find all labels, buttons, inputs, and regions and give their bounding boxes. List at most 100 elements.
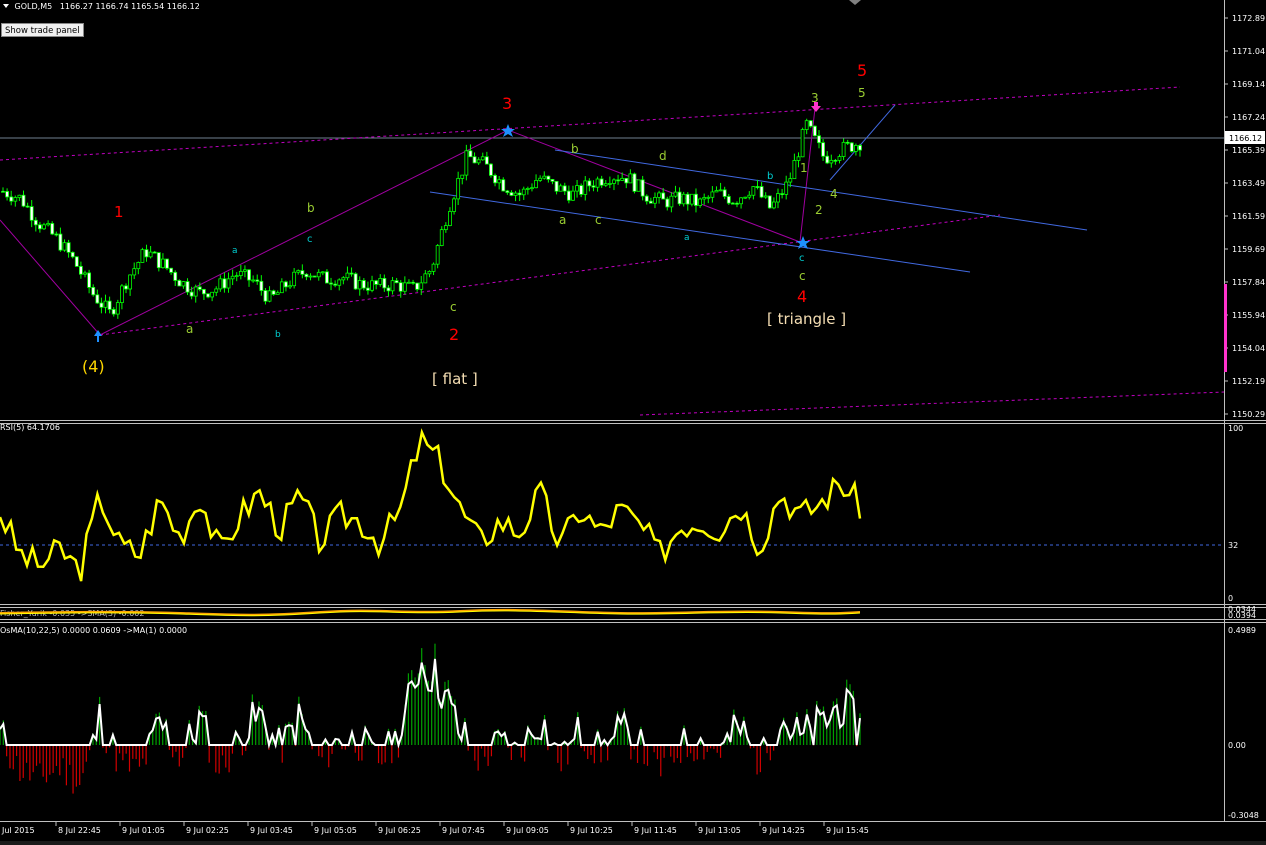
candle-body [107, 300, 112, 310]
candle-body [247, 269, 251, 281]
candle-body [169, 267, 174, 273]
time-tick-label: 9 Jul 07:45 [442, 826, 485, 835]
candle-body [858, 145, 862, 151]
osma-histogram [0, 643, 861, 794]
wave-label-minor: b [571, 142, 579, 156]
price-tick-label: 1169.14 [1232, 80, 1265, 89]
candle-body [821, 142, 825, 157]
candle-body [87, 272, 92, 288]
candle-body [402, 282, 407, 292]
time-tick-label: 9 Jul 02:25 [186, 826, 229, 835]
candle-body [735, 202, 739, 205]
wave-label-minor: c [595, 213, 602, 227]
candle-body [411, 281, 415, 284]
candle-body [456, 178, 461, 200]
candle-body [812, 125, 817, 137]
candle-body [394, 280, 399, 284]
candle-body [103, 300, 108, 308]
wave-label-minor: a [684, 233, 690, 243]
chart-shift-icon[interactable] [849, 0, 861, 5]
wave-label-minor: b [767, 171, 773, 182]
candle-body [460, 174, 465, 179]
candle-body [120, 285, 124, 303]
candle-body [54, 233, 59, 236]
candle-body [849, 142, 854, 152]
candle-body [603, 183, 608, 186]
candle-body [780, 193, 784, 195]
candle-body [612, 179, 616, 184]
price-tick-label: 1155.94 [1232, 311, 1265, 320]
candle-body [501, 179, 506, 192]
osma-axis-tick: -0.3048 [1228, 811, 1259, 820]
candle-body [308, 275, 313, 278]
candle-body [468, 150, 473, 158]
time-tick-label: 9 Jul 14:25 [762, 826, 805, 835]
candle-body [66, 242, 71, 253]
candle-body [38, 224, 42, 230]
candle-body [304, 273, 309, 278]
fisher-axis-tick: 0.0394 [1228, 611, 1256, 620]
candle-body [144, 249, 149, 258]
price-axis: 1172.89 1171.04 1169.14 1167.24 1165.39 1163.… [1224, 14, 1265, 419]
time-axis: Jul 2015 8 Jul 22:45 9 Jul 01:05 9 Jul 02:2… [1, 822, 869, 835]
candle-body [255, 279, 260, 282]
candle-body [792, 160, 797, 180]
chart-canvas[interactable]: (4) 1 2 3 4 5 a b c a b c a b c d a b c … [0, 0, 1266, 845]
time-tick-label: 9 Jul 06:25 [378, 826, 421, 835]
candle-body [837, 156, 842, 161]
candle-body [472, 156, 477, 164]
wave-label-major: 2 [449, 325, 459, 344]
bottom-scrollbar[interactable] [0, 841, 1266, 845]
candlestick-series [1, 118, 862, 319]
candle-body [583, 180, 588, 195]
candle-body [669, 195, 674, 208]
wave-label-group: (4) 1 2 3 4 5 a b c a b c a b c d a b c … [82, 61, 867, 388]
candle-body [599, 178, 604, 186]
candle-body [50, 223, 55, 235]
candle-body [534, 180, 538, 189]
candle-body [542, 175, 547, 179]
magenta-channel[interactable] [0, 86, 1225, 416]
candle-body [538, 177, 543, 181]
candle-body [730, 202, 735, 205]
candle-body [95, 294, 100, 304]
candle-body [550, 179, 555, 182]
candle-body [755, 186, 760, 188]
candle-body [25, 205, 30, 208]
candle-body [5, 191, 10, 198]
candle-body [386, 287, 391, 292]
wave-label-minor: 5 [858, 86, 866, 100]
rsi-axis-tick: 0 [1228, 594, 1233, 603]
wave-label-minor: c [450, 300, 457, 314]
candle-body [325, 271, 329, 284]
wave-label-minor: d [659, 149, 667, 163]
candle-body [70, 251, 75, 258]
candle-body [804, 120, 809, 130]
candle-body [505, 190, 510, 193]
candle-body [698, 198, 702, 206]
candle-body [366, 287, 370, 291]
candle-body [193, 286, 198, 297]
price-tick-label: 1154.04 [1232, 344, 1265, 353]
candle-body [263, 290, 268, 302]
wave-label-minor: a [559, 213, 566, 227]
candle-body [152, 251, 157, 254]
candle-body [685, 193, 690, 205]
candle-body [83, 272, 87, 275]
candle-body [571, 190, 575, 201]
candle-body [13, 197, 18, 202]
candle-body [591, 185, 596, 188]
candle-body [370, 280, 374, 291]
candle-body [677, 191, 682, 205]
candle-body [620, 177, 625, 181]
candle-body [79, 265, 83, 275]
candle-body [653, 197, 657, 204]
candle-body [476, 159, 481, 164]
time-tick-label: 9 Jul 01:05 [122, 826, 165, 835]
candle-body [530, 187, 534, 190]
candle-body [710, 191, 715, 198]
time-tick-label: 9 Jul 15:45 [826, 826, 869, 835]
time-tick-label: 9 Jul 09:05 [506, 826, 549, 835]
candle-body [284, 281, 288, 288]
candle-body [173, 271, 178, 281]
